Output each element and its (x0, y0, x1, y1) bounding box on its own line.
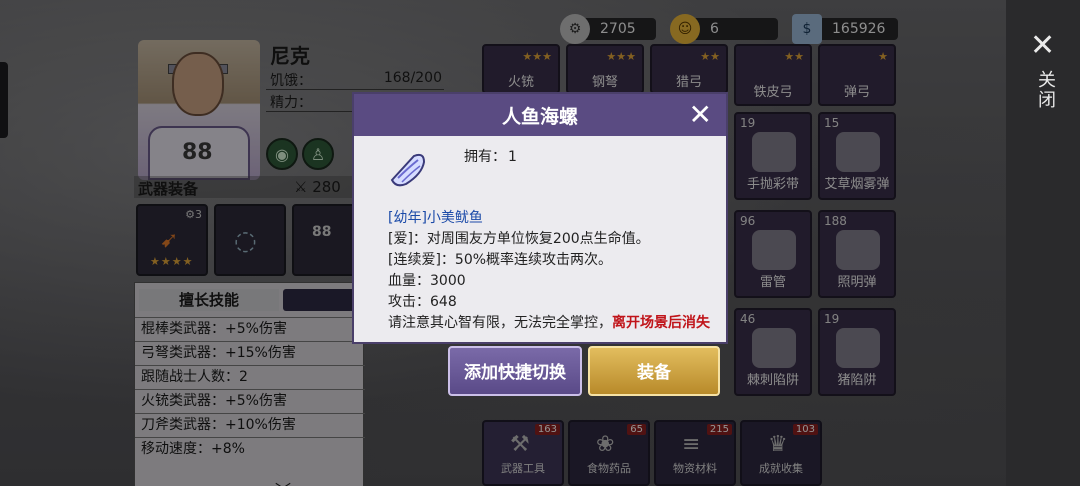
inventory-slot[interactable]: ★★★ 钢弩 (566, 44, 644, 94)
head (172, 52, 224, 116)
food-icon: ❀ (596, 432, 615, 457)
modal-header: 人鱼海螺 ✕ (354, 94, 726, 136)
conch-shell-icon (390, 153, 426, 187)
inventory-slot[interactable]: 15 艾草烟雾弹 (818, 112, 896, 200)
tab-skills[interactable]: 擅长技能 (139, 289, 279, 311)
skill-continuous-love: [连续爱]：50%概率连续攻击两次。 (388, 252, 613, 268)
wood-icon: ≡ (682, 432, 701, 457)
close-icon[interactable]: ✕ (689, 98, 712, 131)
weapon-level: ⚙3 (185, 208, 202, 221)
gears-value: 2705 (600, 21, 636, 37)
cash-value: 165926 (832, 21, 886, 37)
hunger-value: 168/200 (383, 70, 442, 86)
close-strip: ✕ 关闭 (1006, 0, 1080, 486)
pig-trap-icon (836, 328, 880, 368)
smoke-bomb-icon (836, 132, 880, 172)
status-icons: ◉ ♙ (266, 138, 334, 170)
item-description: [幼年]小美鱿鱼 [爱]：对周围友方单位恢复200点生命值。 [连续爱]：50%… (388, 208, 718, 334)
attack-line: 攻击：648 (388, 294, 457, 310)
inventory-slot[interactable]: 46 棘刺陷阱 (734, 308, 812, 396)
tab-other[interactable] (283, 289, 363, 311)
skill-row: 刀斧类武器：+10%伤害 (135, 413, 365, 437)
ribbon-icon (752, 132, 796, 172)
cash-counter: $ 165926 (792, 14, 898, 44)
hunger-label: 饥饿： (270, 73, 312, 89)
note-line: 请注意其心智有限，无法完全掌控，离开场景后消失 (388, 315, 710, 331)
skill-row: 移动速度：+8% (135, 437, 365, 457)
inventory-slot[interactable]: 19 手抛彩带 (734, 112, 812, 200)
person-status-icon[interactable]: ♙ (302, 138, 334, 170)
tab-achievements[interactable]: 103 ♛ 成就收集 (740, 420, 822, 486)
inventory-slot[interactable]: 19 猪陷阱 (818, 308, 896, 396)
coins-counter: ☺ 6 (670, 14, 778, 44)
shirt-icon: 88 (312, 224, 332, 240)
equipment-header: 武器装备 ⚔ 280 (134, 176, 354, 198)
category-tabs: 163 ⚒ 武器工具 65 ❀ 食物药品 215 ≡ 物资材料 103 ♛ 成就… (476, 420, 898, 486)
weapon-slot[interactable]: ⚙3 ➹ ★★★★ (136, 204, 208, 276)
skill-row: 棍棒类武器：+5%伤害 (135, 317, 365, 341)
trophy-icon: ♛ (768, 432, 788, 457)
equipment-title: 武器装备 (138, 180, 199, 198)
item-detail-modal: 人鱼海螺 ✕ 拥有： 1 [幼年]小美鱿鱼 [爱]：对周围友方单位恢复200点生命… (352, 92, 728, 344)
tab-food-medicine[interactable]: 65 ❀ 食物药品 (568, 420, 650, 486)
chevron-down-icon[interactable]: ﹀ (275, 477, 291, 486)
owned-count: 拥有： 1 (464, 149, 517, 165)
weapon-stars: ★★★★ (150, 255, 194, 268)
edge-handle[interactable] (0, 62, 8, 138)
dynamite-icon (752, 230, 796, 270)
skill-row: 火铳类武器：+5%伤害 (135, 389, 365, 413)
inventory-slot[interactable]: 188 照明弹 (818, 210, 896, 298)
inventory-slot[interactable]: ★ 弹弓 (818, 44, 896, 106)
character-name: 尼克 (270, 44, 310, 68)
modal-title: 人鱼海螺 (501, 106, 578, 128)
inventory-slot[interactable]: ★★ 铁皮弓 (734, 44, 812, 106)
spike-trap-icon (752, 328, 796, 368)
inventory-slot[interactable]: ★★★ 火铳 (482, 44, 560, 94)
headband-icon: ◌ (234, 226, 257, 256)
close-label[interactable]: 关闭 (1034, 70, 1058, 110)
inventory-slot[interactable]: 96 雷管 (734, 210, 812, 298)
inventory-slot[interactable]: ★★ 猎弓 (650, 44, 728, 94)
skill-row: 跟随战士人数：2 (135, 365, 365, 389)
headgear-slot[interactable]: ◌ (214, 204, 286, 276)
skill-row: 弓弩类武器：+15%伤害 (135, 341, 365, 365)
gear-coin-icon: ⚙ (560, 14, 590, 44)
tab-weapons-tools[interactable]: 163 ⚒ 武器工具 (482, 420, 564, 486)
gears-counter: ⚙ 2705 (560, 14, 656, 44)
weapon-icon: ➹ (160, 228, 179, 253)
power-value: ⚔ 280 (294, 178, 341, 196)
energy-label: 精力： (270, 95, 312, 111)
jersey-number: 88 (182, 140, 213, 165)
cash-icon: $ (792, 14, 822, 44)
hp-line: 血量：3000 (388, 273, 466, 289)
character-avatar[interactable]: 88 (138, 40, 260, 180)
add-shortcut-button[interactable]: 添加快捷切换 (448, 346, 582, 396)
stomach-status-icon[interactable]: ◉ (266, 138, 298, 170)
hammer-icon: ⚒ (510, 432, 530, 457)
smiley-coin-icon: ☺ (670, 14, 700, 44)
equip-button[interactable]: 装备 (588, 346, 720, 396)
skills-panel: 擅长技能 棍棒类武器：+5%伤害 弓弩类武器：+15%伤害 跟随战士人数：2 火… (134, 282, 365, 486)
flare-icon (836, 230, 880, 270)
tab-materials[interactable]: 215 ≡ 物资材料 (654, 420, 736, 486)
pet-name: [幼年]小美鱿鱼 (388, 210, 483, 226)
hunger-row: 饥饿： 168/200 (266, 68, 444, 90)
close-icon[interactable]: ✕ (1030, 28, 1055, 63)
coins-value: 6 (710, 21, 719, 37)
skills-tabs: 擅长技能 (135, 289, 365, 311)
skill-love: [爱]：对周围友方单位恢复200点生命值。 (388, 231, 650, 247)
